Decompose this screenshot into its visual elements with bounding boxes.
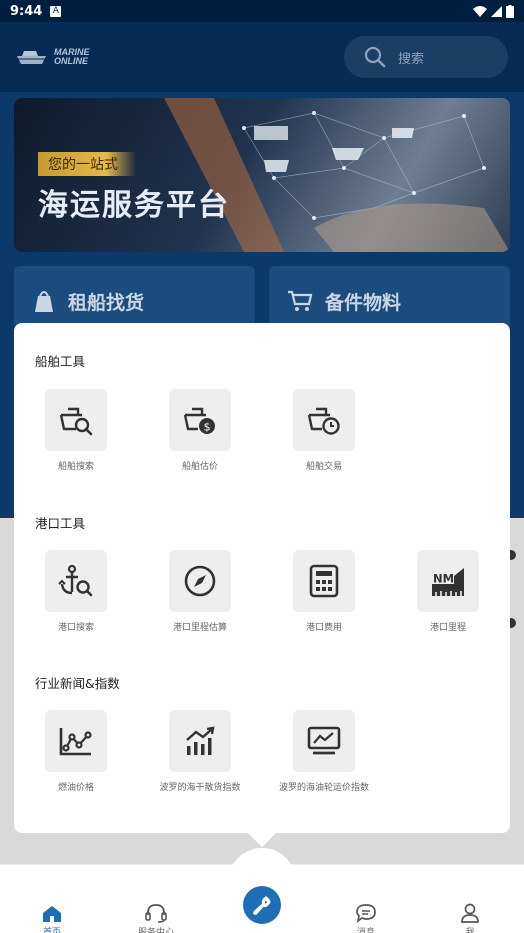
logo-line2: ONLINE xyxy=(54,56,89,66)
tool-ship-trade[interactable]: 船舶交易 xyxy=(262,389,386,472)
app-header: MARINE ONLINE 搜索 xyxy=(0,22,524,92)
tab-me-label: 我 xyxy=(465,928,475,933)
card-charter-label: 租船找货 xyxy=(68,291,145,314)
marine-online-logo[interactable]: MARINE ONLINE xyxy=(16,48,90,66)
status-bar: 9:44 A xyxy=(0,0,524,22)
tool-tanker-index[interactable]: 波罗的海油轮运价指数 xyxy=(262,710,386,793)
nm-text: NM xyxy=(433,572,454,586)
tool-port-fees-label: 港口费用 xyxy=(305,623,342,633)
ship-valuation-icon: $ xyxy=(183,407,215,434)
card-parts-label: 备件物料 xyxy=(325,291,402,314)
tool-fuel-price-label: 燃油价格 xyxy=(57,783,94,793)
svg-text:$: $ xyxy=(204,421,211,434)
cart-icon xyxy=(288,290,313,311)
person-icon xyxy=(461,903,479,923)
search-icon xyxy=(364,46,386,68)
tool-ship-valuation[interactable]: $ 船舶估价 xyxy=(138,389,262,472)
tab-home-label: 首页 xyxy=(42,928,61,933)
tool-bdi-index[interactable]: 波罗的海干散货指数 xyxy=(138,710,262,793)
tool-port-search[interactable]: 港口搜索 xyxy=(14,550,138,633)
monitor-chart-icon xyxy=(307,726,341,755)
battery-icon xyxy=(506,4,514,18)
section-title-port-tools: 港口工具 xyxy=(35,516,86,531)
tool-ship-search-label: 船舶搜索 xyxy=(57,462,94,472)
status-time: 9:44 xyxy=(10,3,43,19)
nautical-mile-icon: NM xyxy=(432,568,464,596)
cargo-bag-icon xyxy=(35,291,53,312)
tab-messages[interactable]: 消息 xyxy=(314,865,418,933)
tool-bdi-index-label: 波罗的海干散货指数 xyxy=(159,783,241,793)
tool-port-distance-estimate[interactable]: 港口里程估算 xyxy=(138,550,262,633)
section-title-ship-tools: 船舶工具 xyxy=(35,354,86,369)
banner-subtitle: 您的一站式 xyxy=(38,152,136,176)
tools-sheet: 船舶工具 船舶搜索 $ 船舶估价 船舶交易 港口工具 港口搜索 港口里程估算 港… xyxy=(14,323,510,833)
ship-logo-icon xyxy=(16,51,50,64)
banner-title: 海运服务平台 xyxy=(38,188,230,223)
tool-ship-trade-label: 船舶交易 xyxy=(305,462,342,472)
home-icon xyxy=(43,906,61,922)
tab-messages-label: 消息 xyxy=(356,928,375,933)
search-placeholder: 搜索 xyxy=(398,51,425,67)
tool-fuel-price[interactable]: 燃油价格 xyxy=(14,710,138,793)
compass-icon xyxy=(184,565,216,597)
ship-trade-icon xyxy=(307,407,340,435)
anchor-search-icon xyxy=(58,564,93,597)
tool-port-distance-estimate-label: 港口里程估算 xyxy=(172,623,227,633)
section-title-news-index: 行业新闻&指数 xyxy=(35,676,120,691)
tool-tanker-index-label: 波罗的海油轮运价指数 xyxy=(278,783,369,793)
ship-search-icon xyxy=(59,407,93,436)
tab-tools-button[interactable] xyxy=(243,886,281,924)
hero-banner[interactable]: 您的一站式 海运服务平台 xyxy=(14,98,510,252)
message-icon xyxy=(356,904,376,923)
tool-port-fees[interactable]: 港口费用 xyxy=(262,550,386,633)
status-icons xyxy=(473,4,514,18)
calculator-icon xyxy=(309,564,339,598)
sheet-pointer xyxy=(248,833,276,847)
bar-trend-icon xyxy=(186,726,215,755)
headset-icon xyxy=(145,904,167,923)
tab-me[interactable]: 我 xyxy=(418,865,522,933)
signal-icon xyxy=(491,5,502,17)
tab-home[interactable]: 首页 xyxy=(0,865,104,933)
tool-port-search-label: 港口搜索 xyxy=(57,623,94,633)
line-chart-icon xyxy=(59,728,92,756)
notification-a-icon: A xyxy=(50,5,62,17)
tool-ship-search[interactable]: 船舶搜索 xyxy=(14,389,138,472)
tab-service-center[interactable]: 服务中心 xyxy=(104,865,208,933)
wrench-icon xyxy=(253,896,271,915)
tool-port-distance[interactable]: NM 港口里程 xyxy=(386,550,510,633)
tab-service-center-label: 服务中心 xyxy=(137,928,174,933)
tool-ship-valuation-label: 船舶估价 xyxy=(181,462,218,472)
tool-port-distance-label: 港口里程 xyxy=(429,623,466,633)
search-bar[interactable]: 搜索 xyxy=(344,36,508,78)
wifi-icon xyxy=(473,5,487,17)
